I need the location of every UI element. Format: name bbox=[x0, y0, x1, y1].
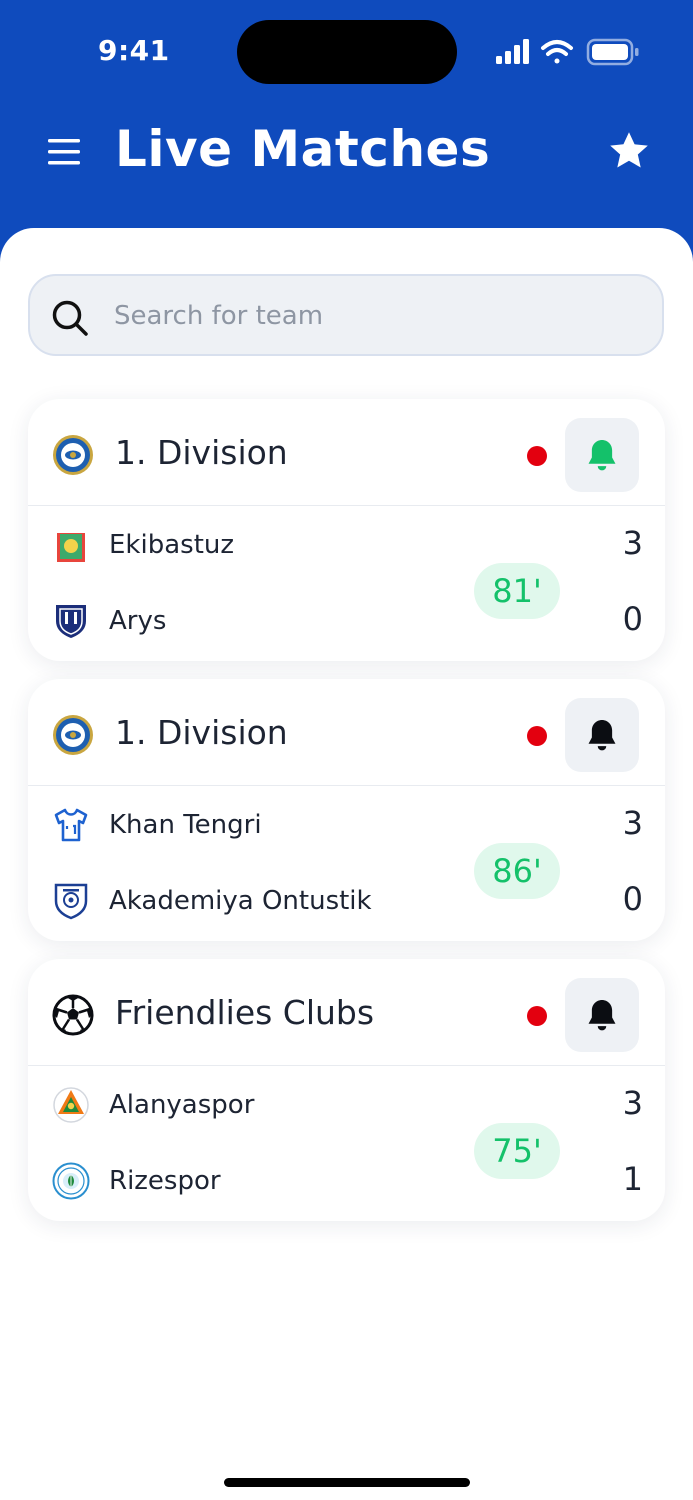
league-name: 1. Division bbox=[115, 713, 288, 752]
match-card-header: 1. Division bbox=[28, 679, 665, 786]
content-sheet: 1. Division Ekibastuz 3 81' bbox=[0, 228, 693, 1500]
home-team-row: Ekibastuz 3 bbox=[28, 520, 665, 570]
match-card[interactable]: 1. Division Ekibastuz 3 81' Arys 0 bbox=[28, 399, 665, 661]
battery-icon bbox=[586, 38, 639, 66]
team-score: 0 bbox=[622, 600, 643, 638]
arys-shield-icon bbox=[56, 605, 86, 638]
rizespor-crest-icon bbox=[52, 1162, 90, 1200]
live-indicator bbox=[527, 726, 547, 746]
league-name: 1. Division bbox=[115, 433, 288, 472]
search-icon bbox=[52, 300, 88, 336]
cellular-signal-icon bbox=[496, 39, 529, 64]
page-title: Live Matches bbox=[115, 120, 491, 178]
home-indicator[interactable] bbox=[224, 1478, 470, 1487]
team-name: Rizespor bbox=[109, 1166, 221, 1196]
dynamic-island bbox=[237, 20, 457, 84]
away-team-row: Rizespor 1 bbox=[28, 1156, 665, 1206]
team-name: Arys bbox=[109, 606, 167, 636]
bell-icon bbox=[588, 999, 616, 1031]
akademiya-shield-icon bbox=[54, 883, 88, 920]
ekibastuz-crest-icon bbox=[57, 528, 85, 562]
away-team-row: Akademiya Ontustik 0 bbox=[28, 876, 665, 926]
hamburger-menu-icon[interactable] bbox=[46, 134, 82, 170]
away-team-row: Arys 0 bbox=[28, 596, 665, 646]
home-team-row: Khan Tengri 3 bbox=[28, 800, 665, 850]
team-score: 0 bbox=[622, 880, 643, 918]
live-indicator bbox=[527, 1006, 547, 1026]
notification-toggle-button[interactable] bbox=[565, 978, 639, 1052]
status-time: 9:41 bbox=[98, 34, 170, 67]
search-bar[interactable] bbox=[28, 274, 664, 356]
soccer-ball-icon bbox=[52, 994, 94, 1036]
team-name: Alanyaspor bbox=[109, 1090, 255, 1120]
live-indicator bbox=[527, 446, 547, 466]
star-icon[interactable] bbox=[606, 128, 652, 174]
status-bar: 9:41 bbox=[0, 0, 693, 100]
notification-toggle-button[interactable] bbox=[565, 418, 639, 492]
team-name: Khan Tengri bbox=[109, 810, 262, 840]
top-bar: Live Matches bbox=[0, 110, 693, 200]
league-name: Friendlies Clubs bbox=[115, 993, 375, 1032]
search-input[interactable] bbox=[112, 290, 636, 342]
jersey-icon bbox=[54, 808, 88, 842]
team-score: 3 bbox=[622, 524, 643, 562]
kazakhstan-league-badge-icon bbox=[53, 715, 93, 755]
bell-icon bbox=[588, 719, 616, 751]
team-score: 3 bbox=[622, 804, 643, 842]
match-card[interactable]: 1. Division Khan Tengri 3 86' Akademiya … bbox=[28, 679, 665, 941]
app-header: 9:41 Live Matches bbox=[0, 0, 693, 260]
match-card-header: Friendlies Clubs bbox=[28, 959, 665, 1066]
team-score: 1 bbox=[622, 1160, 643, 1198]
team-score: 3 bbox=[622, 1084, 643, 1122]
wifi-icon bbox=[541, 40, 573, 64]
team-name: Akademiya Ontustik bbox=[109, 886, 372, 916]
match-card[interactable]: Friendlies Clubs Alanyaspor 3 75' Rizesp… bbox=[28, 959, 665, 1221]
status-icons bbox=[496, 38, 639, 66]
kazakhstan-league-badge-icon bbox=[53, 435, 93, 475]
alanyaspor-crest-icon bbox=[53, 1087, 89, 1123]
notification-toggle-button[interactable] bbox=[565, 698, 639, 772]
match-card-header: 1. Division bbox=[28, 399, 665, 506]
home-team-row: Alanyaspor 3 bbox=[28, 1080, 665, 1130]
team-name: Ekibastuz bbox=[109, 530, 235, 560]
bell-icon bbox=[588, 439, 616, 471]
